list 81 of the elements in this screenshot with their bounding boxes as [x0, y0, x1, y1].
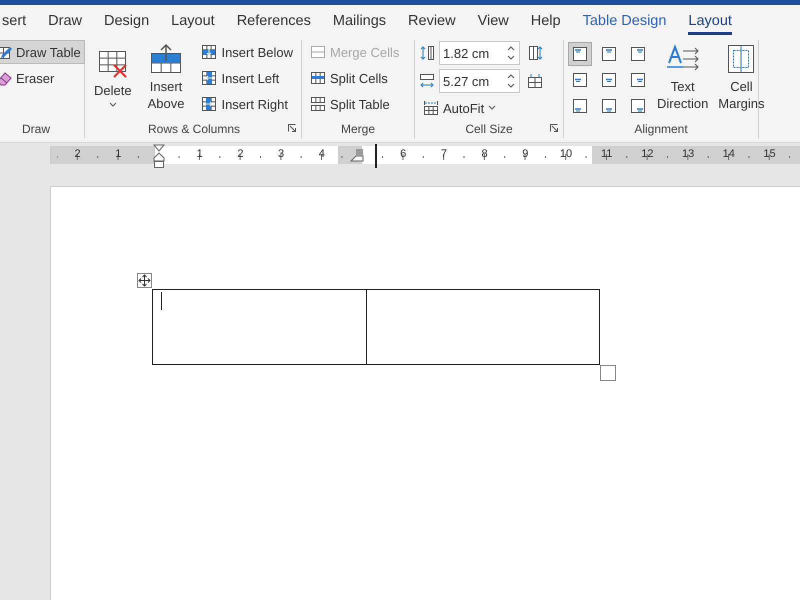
align-button[interactable]: [568, 42, 592, 66]
align-icon: [630, 98, 646, 114]
dialog-launcher-icon[interactable]: [549, 123, 559, 133]
ribbon-tab[interactable]: Mailings: [332, 10, 386, 34]
column-width-icon: [419, 73, 435, 89]
ruler-number: 8: [480, 148, 489, 160]
ribbon-tab[interactable]: Help: [530, 10, 561, 34]
ruler-number: 1: [196, 148, 204, 160]
ruler-number: 2: [236, 148, 244, 160]
align-icon: [630, 46, 646, 62]
move-handle-icon[interactable]: [137, 273, 152, 288]
ribbon-tab[interactable]: Table Design: [582, 10, 666, 34]
ruler-number: 14: [722, 148, 736, 160]
align-icon: [572, 72, 588, 88]
pencil-table-icon: [0, 44, 12, 60]
ruler-number: 12: [640, 148, 655, 160]
ruler-number: 3: [277, 148, 286, 160]
ribbon-button[interactable]: Split Cells: [306, 66, 404, 90]
ribbon-button[interactable]: Split Table: [306, 92, 404, 116]
ribbon-tab[interactable]: Draw: [48, 10, 82, 34]
distribute-rows-icon: [527, 45, 543, 61]
ribbon-tab[interactable]: Design: [104, 10, 150, 34]
align-icon: [572, 46, 588, 62]
ribbon-button[interactable]: Text Direction: [654, 40, 712, 115]
ribbon-button[interactable]: Insert Left: [197, 66, 297, 90]
align-icon: [601, 98, 617, 114]
insert-column-icon: [201, 96, 218, 112]
spinner-icon: [507, 73, 515, 89]
dialog-launcher-icon[interactable]: [287, 123, 297, 133]
ruler-number: 15: [762, 148, 777, 160]
indent-marker-icon[interactable]: [153, 144, 165, 168]
insert-column-icon: [201, 70, 218, 86]
ruler-number: 1: [114, 148, 122, 160]
resize-handle[interactable]: [600, 365, 616, 381]
ribbon-button[interactable]: Insert Below: [197, 40, 297, 64]
align-icon: [601, 72, 617, 88]
ribbon-button[interactable]: Delete: [91, 40, 135, 111]
spin-field[interactable]: 1.82 cm: [439, 41, 520, 65]
distribute-columns-icon: [527, 73, 543, 89]
ribbon-button[interactable]: Insert Above: [138, 40, 194, 115]
group-label: Cell Size: [465, 122, 513, 136]
group-label: Alignment: [634, 122, 688, 136]
ruler-number: 7: [440, 148, 448, 160]
ribbon-tab[interactable]: View: [478, 10, 509, 34]
cursor-line: [374, 144, 377, 168]
eraser-icon: [0, 70, 12, 86]
ruler-number: 13: [680, 148, 696, 160]
align-icon: [572, 98, 588, 114]
spin-field[interactable]: 5.27 cm: [439, 69, 520, 93]
ribbon-tab[interactable]: sert: [2, 10, 26, 34]
ribbon-button[interactable]: Cell Margins: [715, 40, 768, 115]
align-icon: [630, 72, 646, 88]
align-icon: [601, 46, 617, 62]
ribbon-button[interactable]: AutoFit: [419, 96, 546, 120]
column-marker-icon[interactable]: [350, 148, 364, 162]
split-table-icon: [310, 96, 326, 112]
merge-cells-icon: [310, 44, 326, 60]
ruler-number: 9: [521, 148, 530, 160]
ribbon-tab[interactable]: Layout: [171, 10, 215, 34]
ruler-number: 2: [74, 148, 82, 160]
ruler-number: 10: [558, 148, 574, 160]
ribbon-button[interactable]: Insert Right: [197, 92, 297, 116]
group-label: Rows & Columns: [148, 122, 240, 136]
text-cursor: [161, 292, 162, 310]
group-label: Draw: [22, 122, 50, 136]
insert-row-icon: [150, 43, 182, 75]
field-value: 5.27 cm: [443, 74, 490, 88]
spinner-icon: [507, 45, 515, 61]
field-value: 1.82 cm: [443, 46, 490, 60]
insert-row-icon: [201, 44, 218, 60]
ribbon-tab[interactable]: Review: [408, 10, 456, 34]
ribbon-tab[interactable]: References: [236, 10, 311, 34]
row-height-icon: [419, 45, 435, 61]
ruler-number: 4: [318, 148, 326, 160]
ribbon-button[interactable]: Eraser: [0, 66, 85, 90]
group-label: Merge: [340, 122, 375, 136]
autofit-icon: [423, 100, 439, 116]
ribbon-button[interactable]: Draw Table: [0, 40, 85, 64]
split-cells-icon: [310, 70, 326, 86]
ruler-number: 6: [399, 148, 408, 160]
ruler-number: 11: [600, 148, 614, 160]
